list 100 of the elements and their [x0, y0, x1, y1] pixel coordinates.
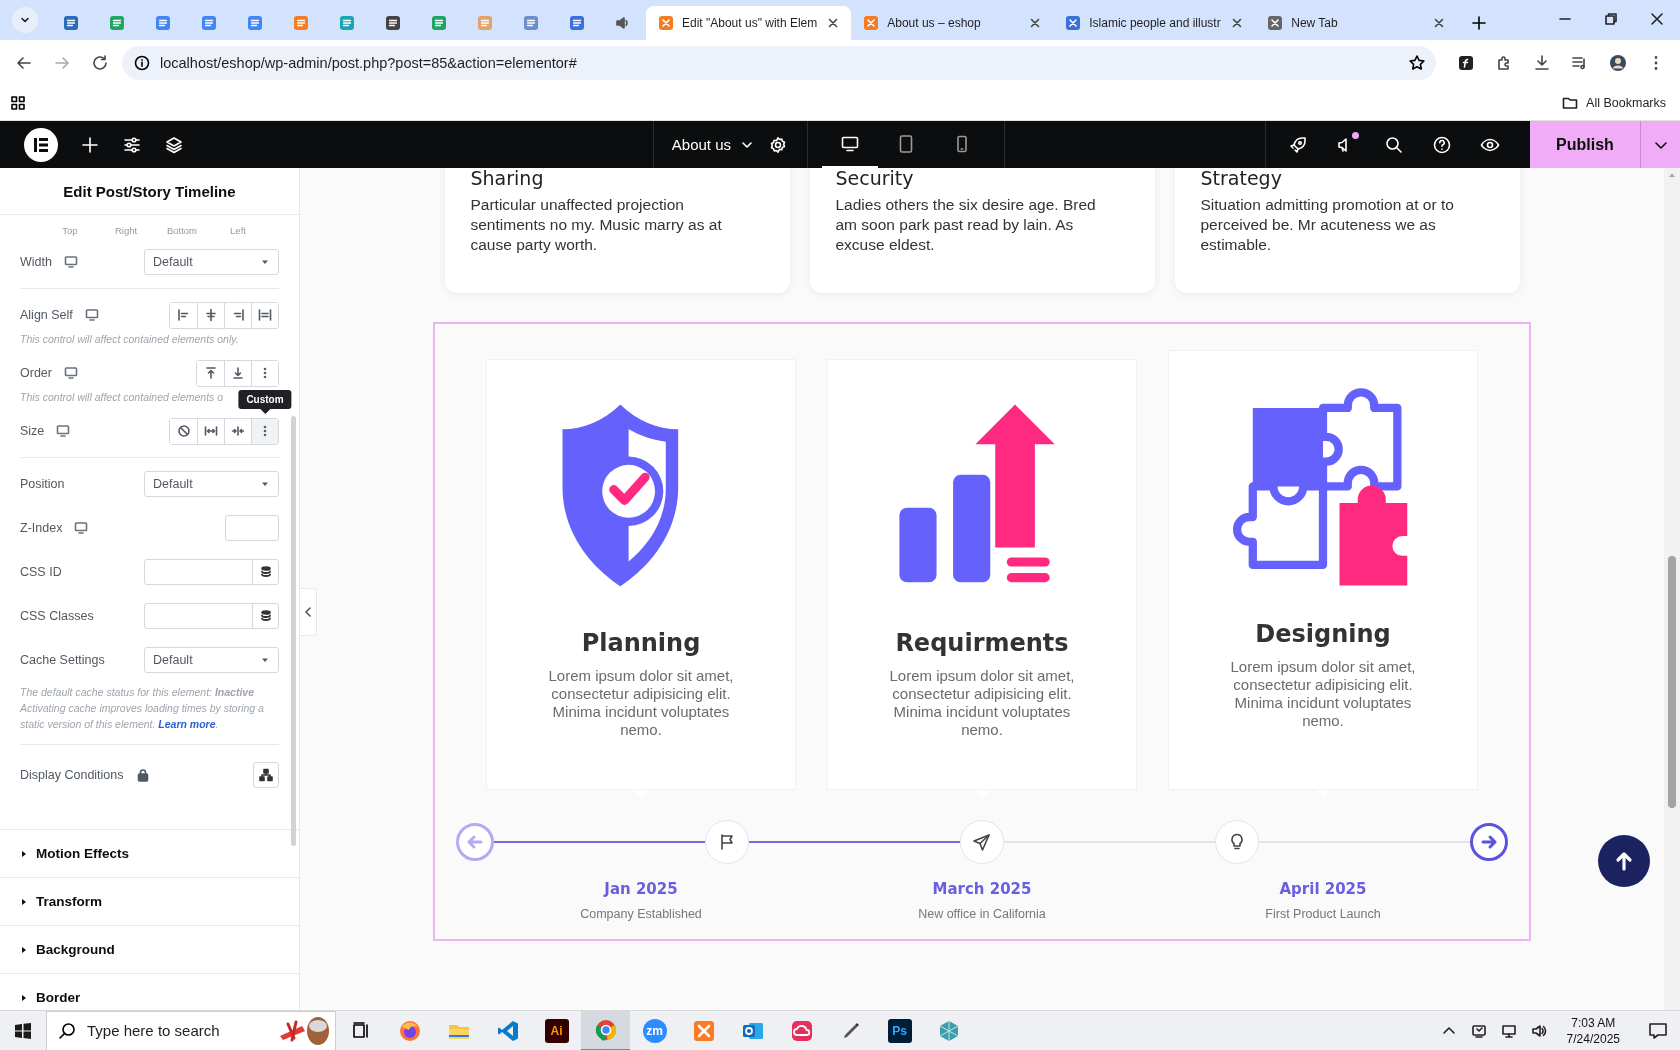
browser-tab[interactable]: Edit "About us" with Elem: [646, 6, 852, 40]
timeline-caption: First Product Launch: [1265, 907, 1381, 921]
info-icon[interactable]: [134, 54, 150, 71]
stretch-button[interactable]: [251, 302, 278, 328]
next-button[interactable]: [1470, 823, 1508, 861]
dimension-label: Bottom: [165, 225, 199, 236]
caret-right-icon: [20, 945, 28, 954]
browser-tab[interactable]: About us – eshop: [851, 6, 1054, 40]
dynamic-tags-icon[interactable]: [259, 566, 272, 578]
field-label: Cache Settings: [20, 653, 105, 667]
clock-date[interactable]: 7/24/2025: [1566, 1030, 1620, 1047]
shrink-icon[interactable]: [231, 424, 245, 438]
dimension-label: Right: [113, 225, 139, 236]
back-to-top-button[interactable]: [1598, 835, 1650, 887]
text-field[interactable]: [144, 603, 279, 629]
panel-title: Edit Post/Story Timeline: [0, 168, 299, 215]
no-entry-icon[interactable]: [176, 424, 191, 438]
profile-avatar-icon[interactable]: [1609, 53, 1627, 72]
clock-time[interactable]: 7:03 AM: [1571, 1014, 1616, 1031]
align-end-icon[interactable]: [231, 308, 245, 322]
card-title: Requirments: [895, 629, 1069, 657]
taskbar-app[interactable]: Ai: [532, 1010, 581, 1050]
publish-button[interactable]: Publish: [1530, 121, 1640, 168]
card-title: Strategy: [1200, 168, 1283, 189]
task-view-icon[interactable]: [350, 1020, 371, 1041]
firefox-app-icon: [397, 1018, 422, 1043]
browser-tab[interactable]: Islamic people and illustr: [1053, 6, 1256, 40]
learn-more-link[interactable]: Learn more: [158, 718, 216, 730]
paper-plane-icon: [972, 832, 992, 852]
hierarchy-icon[interactable]: [259, 768, 273, 782]
plus-icon[interactable]: [1472, 16, 1487, 30]
notifications-icon[interactable]: [1648, 1020, 1668, 1041]
app-logo: zm: [642, 1018, 667, 1043]
field-label: CSS Classes: [20, 609, 94, 623]
scrollbar-thumb[interactable]: [1668, 556, 1676, 808]
card-text: Situation admitting promotion at or to perceived be. Mr acuteness we as estimable.: [1200, 195, 1455, 255]
field-label: Display Conditions: [20, 768, 124, 782]
chevron-left-icon[interactable]: [304, 607, 312, 617]
stretch-icon[interactable]: [258, 308, 272, 322]
all-bookmarks-link[interactable]: All Bookmarks: [1586, 95, 1666, 110]
network-icon[interactable]: [1500, 1022, 1517, 1039]
reload-icon[interactable]: [91, 53, 109, 72]
chrome-icon: [593, 1017, 618, 1042]
browser-tab[interactable]: New Tab: [1255, 6, 1458, 40]
field-label: Align Self: [20, 308, 73, 322]
logo-mark-icon[interactable]: [32, 135, 50, 154]
scrollbar[interactable]: [291, 416, 296, 846]
card-title: Designing: [1255, 620, 1391, 648]
timeline-date: March 2025: [932, 880, 1032, 898]
field-label: Width: [20, 255, 52, 269]
conditions-button[interactable]: [253, 762, 279, 788]
caret-right-icon: [20, 993, 28, 1002]
move-first-icon[interactable]: [203, 366, 218, 380]
field-label: Position: [20, 477, 65, 491]
text-field[interactable]: [144, 559, 279, 585]
windows-logo-icon[interactable]: [14, 1021, 32, 1040]
dynamic-tags-icon[interactable]: [259, 610, 272, 622]
page-dropdown[interactable]: About us: [671, 136, 753, 153]
taskbar-search-field[interactable]: Type here to search: [46, 1010, 336, 1050]
align-center-icon[interactable]: [204, 308, 218, 322]
timeline-date: Jan 2025: [604, 880, 678, 898]
settings-icon[interactable]: [769, 135, 787, 154]
search-icon[interactable]: [1384, 134, 1404, 155]
close-icon[interactable]: [1650, 12, 1664, 26]
expand-icon[interactable]: [204, 424, 218, 438]
add-icon[interactable]: [80, 134, 100, 155]
bookmark-star-icon[interactable]: [1408, 53, 1426, 72]
taskbar-app[interactable]: Ps: [875, 1010, 924, 1050]
field-label: Z-Index: [20, 521, 63, 535]
restore-icon[interactable]: [1604, 12, 1618, 26]
dimension-label: Left: [229, 225, 247, 236]
settings-sliders-icon[interactable]: [122, 134, 142, 155]
volume-icon[interactable]: [1530, 1022, 1547, 1039]
timeline-date: April 2025: [1279, 880, 1367, 898]
number-field[interactable]: [225, 515, 279, 541]
rocket-icon[interactable]: [1288, 134, 1308, 155]
taskbar-app[interactable]: [581, 1010, 630, 1050]
field-label: Size: [20, 424, 45, 438]
select-field[interactable]: Default: [144, 647, 279, 673]
timeline-caption: Company Established: [580, 907, 702, 921]
align-start-icon[interactable]: [176, 308, 191, 322]
help-icon[interactable]: [1432, 134, 1452, 155]
collapse-panel-handle[interactable]: [300, 588, 317, 636]
address-bar[interactable]: localhost/eshop/wp-admin/post.php?post=85&action=elementor#: [122, 45, 1436, 80]
code-editor-icon: [495, 1018, 520, 1043]
caret-right-icon: [20, 849, 28, 858]
select-field[interactable]: Default: [144, 249, 279, 275]
move-last-icon[interactable]: [231, 366, 245, 380]
tooltip-pointer: [260, 408, 270, 414]
cloud-app-icon: [789, 1018, 814, 1043]
search-icon: [58, 1021, 76, 1040]
card-text: Lorem ipsum dolor sit amet, consectetur adipisicing elit. Minima incidunt voluptates nemo.: [888, 667, 1076, 739]
select-field[interactable]: Default: [144, 471, 279, 497]
apps-grid-icon[interactable]: [10, 94, 26, 111]
elementor-logo[interactable]: [24, 127, 58, 162]
layers-icon[interactable]: [164, 134, 184, 155]
notification-dot: [1352, 131, 1359, 139]
device-icon[interactable]: [1470, 1022, 1487, 1039]
help-text: This control will affect contained elements only.: [20, 333, 239, 345]
help-text: The default cache status for this element: Inactive Activating cache improves loading times by storing a static version of this element. Learn more.: [20, 685, 265, 732]
